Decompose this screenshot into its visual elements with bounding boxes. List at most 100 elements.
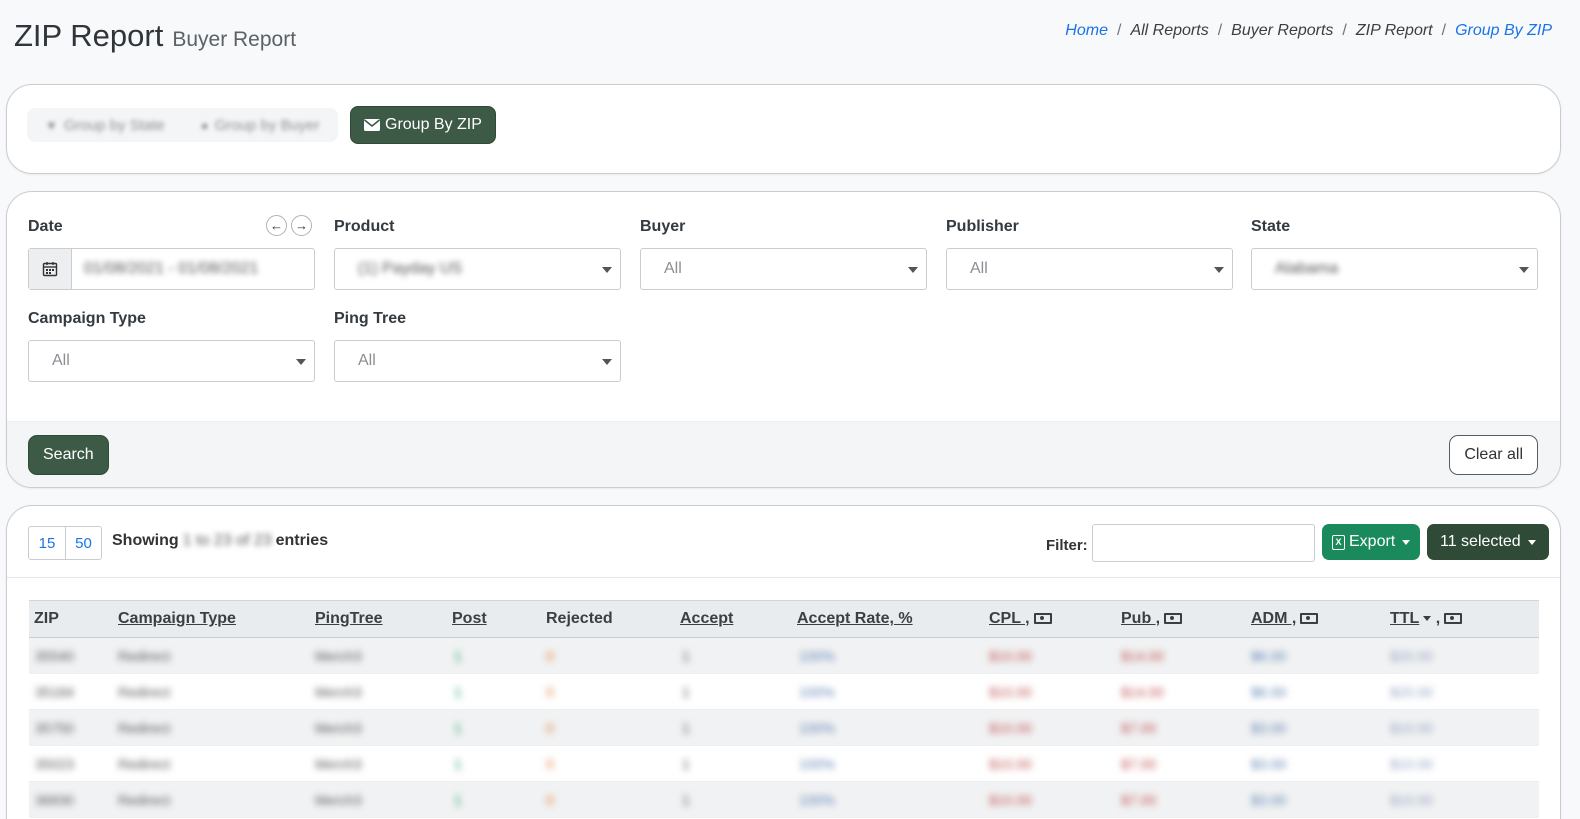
table-header: ZIP Campaign Type PingTree Post Rejected… — [29, 600, 1539, 638]
table-row: 35184 Redirect Merch3 1 0 1 100% $10.00 … — [29, 674, 1539, 710]
column-campaign-type[interactable]: Campaign Type — [118, 610, 236, 628]
group-tabs-card: ▼ Group by State ● Group by Buyer Group … — [6, 84, 1561, 174]
search-button[interactable]: Search — [28, 435, 109, 475]
cell-campaign-type: Redirect — [118, 684, 171, 700]
cell-accept: 1 — [682, 792, 690, 808]
tab-group-by-state[interactable]: ▼ Group by State — [27, 108, 183, 142]
table-row: 35023 Redirect Merch3 1 0 1 100% $10.00 … — [29, 746, 1539, 782]
filter-input[interactable] — [1092, 524, 1315, 562]
page-size-15[interactable]: 15 — [29, 527, 65, 559]
cell-zip: 35540 — [35, 648, 74, 664]
cell-accept: 1 — [682, 648, 690, 664]
tab-group-by-buyer[interactable]: ● Group by Buyer — [183, 108, 338, 142]
cell-zip: 35184 — [35, 684, 74, 700]
tab-group-by-zip[interactable]: Group By ZIP — [350, 106, 496, 144]
page-subtitle: Buyer Report — [172, 28, 297, 51]
cell-ttl: $20.00 — [1390, 684, 1433, 700]
column-adm[interactable]: ADM , — [1251, 610, 1319, 628]
table-row: 36830 Redirect Merch3 1 0 1 100% $10.00 … — [29, 782, 1539, 818]
money-icon — [1033, 613, 1052, 625]
cell-campaign-type: Redirect — [118, 792, 171, 808]
entries-info: Showing 1 to 23 of 23 entries — [112, 532, 328, 550]
cell-pingtree: Merch3 — [315, 648, 362, 664]
state-value: Alabama — [1275, 260, 1339, 277]
breadcrumb-separator: / — [1342, 22, 1347, 39]
chevron-down-icon — [1402, 539, 1411, 545]
cell-cpl: $10.00 — [989, 648, 1032, 664]
breadcrumb-group-by-zip: Group By ZIP — [1455, 22, 1552, 39]
page-header: ZIP Report Buyer Report — [14, 18, 296, 58]
envelope-icon — [364, 119, 380, 131]
cell-pingtree: Merch3 — [315, 720, 362, 736]
ping-tree-select[interactable]: All — [334, 340, 621, 382]
columns-label: 11 selected — [1440, 533, 1521, 550]
showing-range: 1 to 23 of 23 — [182, 532, 272, 549]
column-accept[interactable]: Accept — [680, 610, 733, 628]
column-ttl[interactable]: TTL , — [1390, 610, 1463, 628]
cell-campaign-type: Redirect — [118, 720, 171, 736]
cell-accept: 1 — [682, 684, 690, 700]
product-select[interactable]: (1) Payday US — [334, 248, 621, 290]
cell-adm: $6.00 — [1251, 684, 1287, 700]
group-tabs: ▼ Group by State ● Group by Buyer — [27, 108, 338, 142]
breadcrumb-home[interactable]: Home — [1065, 22, 1108, 40]
cell-cpl: $10.00 — [989, 684, 1032, 700]
cell-pub: $14.00 — [1121, 648, 1164, 664]
buyer-label: Buyer — [640, 218, 686, 235]
columns-select-button[interactable]: 11 selected — [1427, 524, 1549, 560]
column-pingtree[interactable]: PingTree — [315, 610, 383, 628]
cell-pingtree: Merch3 — [315, 756, 362, 772]
cell-rejected: 0 — [546, 792, 554, 808]
breadcrumb-separator: / — [1217, 22, 1223, 39]
chevron-down-icon — [1519, 267, 1529, 273]
column-pub[interactable]: Pub , — [1121, 610, 1183, 628]
column-cpl-label: CPL , — [989, 610, 1030, 627]
export-button[interactable]: X Export — [1322, 524, 1421, 560]
divider — [7, 577, 1560, 578]
cell-cpl: $10.00 — [989, 792, 1032, 808]
tab-label: Group by Buyer — [214, 116, 320, 134]
cell-accept-rate: 100% — [799, 684, 835, 700]
excel-file-icon: X — [1332, 534, 1345, 550]
results-card: 15 50 Showing 1 to 23 of 23 entries Filt… — [6, 505, 1561, 819]
publisher-select[interactable]: All — [946, 248, 1233, 290]
arrow-left-icon[interactable]: ← — [266, 215, 287, 236]
table-row: 35540 Redirect Merch3 1 0 1 100% $10.00 … — [29, 638, 1539, 674]
cell-accept: 1 — [682, 756, 690, 772]
map-marker-icon: ▼ — [45, 117, 58, 133]
chevron-down-icon — [908, 267, 918, 273]
column-cpl[interactable]: CPL , — [989, 610, 1052, 628]
column-ttl-label: TTL — [1390, 610, 1420, 627]
breadcrumb-buyer-reports[interactable]: Buyer Reports — [1231, 22, 1333, 40]
buyer-select[interactable]: All — [640, 248, 927, 290]
breadcrumb-zip-report[interactable]: ZIP Report — [1356, 22, 1433, 40]
cell-rejected: 0 — [546, 648, 554, 664]
sort-desc-icon — [1423, 616, 1432, 622]
cell-ttl: $10.00 — [1390, 756, 1433, 772]
cell-pub: $7.00 — [1121, 720, 1157, 736]
breadcrumb-all-reports[interactable]: All Reports — [1130, 22, 1208, 40]
arrow-right-icon[interactable]: → — [291, 215, 312, 236]
breadcrumb-separator: / — [1116, 22, 1122, 39]
date-range-input[interactable]: 01/08/2021 - 01/08/2021 — [28, 248, 315, 290]
cell-pingtree: Merch3 — [315, 684, 362, 700]
money-icon — [1300, 613, 1319, 625]
page-title: ZIP Report — [14, 18, 164, 53]
ping-tree-value: All — [358, 352, 376, 369]
cell-post: 1 — [454, 648, 462, 664]
column-rejected: Rejected — [546, 610, 613, 627]
cell-pub: $7.00 — [1121, 756, 1157, 772]
page-size-50[interactable]: 50 — [65, 527, 101, 559]
column-zip: ZIP — [34, 610, 59, 627]
cell-adm: $6.00 — [1251, 648, 1287, 664]
export-label: Export — [1349, 533, 1396, 550]
column-adm-label: ADM , — [1251, 610, 1297, 627]
column-post[interactable]: Post — [452, 610, 487, 628]
campaign-type-select[interactable]: All — [28, 340, 315, 382]
chevron-down-icon — [1527, 539, 1536, 545]
column-accept-rate[interactable]: Accept Rate, % — [797, 610, 913, 628]
money-icon — [1444, 613, 1463, 625]
state-select[interactable]: Alabama — [1251, 248, 1538, 290]
clear-all-button[interactable]: Clear all — [1449, 435, 1538, 475]
date-value: 01/08/2021 - 01/08/2021 — [84, 260, 259, 277]
